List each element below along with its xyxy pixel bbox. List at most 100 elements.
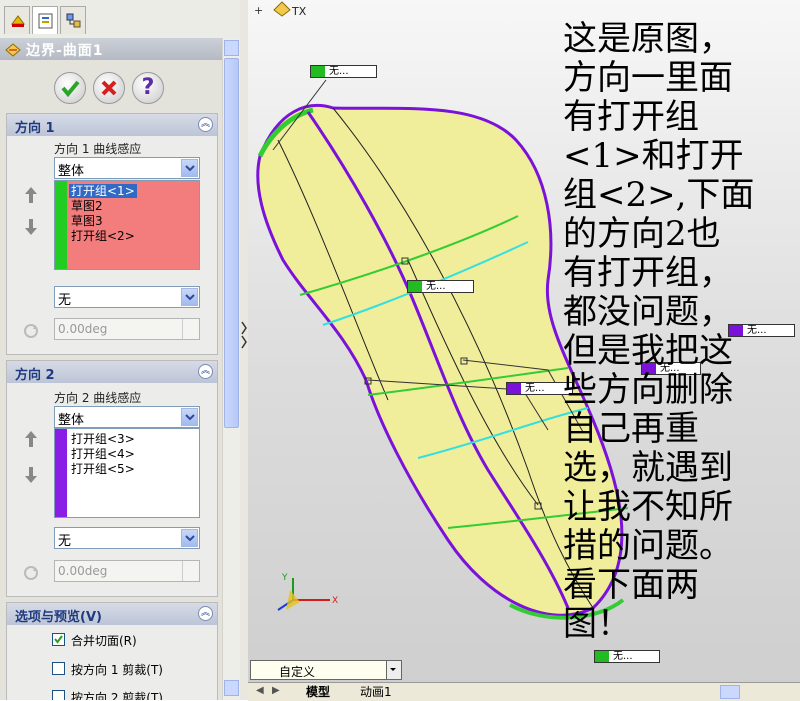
tab-configuration-manager[interactable]	[60, 6, 86, 34]
green-callout-tag[interactable]: 无...	[310, 65, 377, 78]
comment-line: <1>和打开	[563, 136, 744, 176]
comment-line: 方向一里面	[563, 58, 733, 98]
help-button[interactable]: ?	[132, 72, 164, 104]
cancel-button[interactable]	[93, 72, 125, 104]
direction1-tangent-select[interactable]: 无	[54, 286, 200, 308]
manager-tabs	[0, 0, 247, 39]
feature-title-bar: 边界-曲面1	[0, 38, 222, 60]
comment-line: 自己再重	[563, 409, 699, 449]
scroll-left-button[interactable]	[720, 685, 740, 699]
list-item[interactable]: 草图3	[71, 214, 103, 228]
bottom-tab-bar: ◀ ▶	[248, 682, 800, 701]
tab-animation[interactable]: 动画1	[360, 683, 392, 700]
comment-line: 但是我把这	[563, 331, 733, 371]
callout-text: 无...	[426, 281, 446, 292]
comment-line: 看下面两	[563, 565, 699, 605]
direction1-tangent-value: 无	[58, 293, 72, 308]
move-down-icon[interactable]	[24, 218, 38, 236]
direction2-influence-value: 整体	[58, 413, 85, 428]
scroll-thumb[interactable]	[224, 58, 239, 428]
options-header[interactable]: 选项与预览(V) ︽	[7, 603, 217, 625]
options-group: 选项与预览(V) ︽	[6, 602, 218, 700]
angle-reverse-icon	[22, 564, 40, 586]
spin-buttons[interactable]	[182, 561, 199, 581]
move-up-icon[interactable]	[24, 430, 38, 448]
list-item[interactable]: 打开组<1>	[69, 184, 137, 198]
scroll-right-icon[interactable]: ▶	[272, 685, 280, 696]
feature-title: 边界-曲面1	[26, 43, 104, 59]
comment-line: 这是原图，	[563, 19, 733, 59]
purple-swatch	[507, 383, 521, 394]
coordinate-triad-icon: Y X	[277, 573, 338, 611]
trim-dir2-label: 按方向 2 剪裁(T)	[71, 691, 163, 700]
callout-text: 无...	[329, 66, 349, 77]
svg-text:Y: Y	[281, 573, 288, 583]
green-swatch	[311, 66, 325, 77]
comment-line: 选，就遇到	[563, 448, 733, 488]
list-item[interactable]: 打开组<2>	[71, 229, 135, 243]
direction1-influence-value: 整体	[58, 164, 85, 179]
property-manager-panel: 边界-曲面1 ? 方向 1 ︽ 方向 1 曲线感应 整体 打开组<1> 草图2 …	[0, 0, 248, 700]
view-orientation-select[interactable]: 自定义	[250, 660, 402, 680]
chevron-down-icon	[386, 661, 401, 679]
direction1-angle-input[interactable]: 0.00deg	[54, 318, 200, 340]
collapse-chevron-icon[interactable]: ︽	[198, 364, 213, 379]
green-callout-tag[interactable]: 无...	[407, 280, 474, 293]
scroll-left-icon[interactable]: ◀	[256, 685, 264, 696]
move-down-icon[interactable]	[24, 466, 38, 484]
move-up-icon[interactable]	[24, 186, 38, 204]
direction2-color-swatch	[55, 429, 67, 517]
annotation-comment: 这是原图， 方向一里面 有打开组 <1>和打开 组<2>,下面 的方向2也 有打…	[563, 20, 783, 644]
direction2-tangent-select[interactable]: 无	[54, 527, 200, 549]
scroll-down-icon[interactable]	[224, 680, 239, 696]
direction2-angle-value: 0.00deg	[58, 564, 108, 578]
list-item[interactable]: 打开组<3>	[71, 432, 135, 446]
ok-button[interactable]	[54, 72, 86, 104]
options-title: 选项与预览(V)	[15, 610, 102, 625]
comment-line: 的方向2也	[563, 214, 721, 254]
comment-line: 都没问题，	[563, 292, 733, 332]
graphics-viewport[interactable]: + TX Y X 无... 无... 无... 无... 无... 无... 这…	[248, 0, 800, 682]
direction2-title: 方向 2	[15, 368, 55, 383]
panel-scrollbar[interactable]	[222, 38, 241, 700]
comment-line: 有打开组，	[563, 253, 733, 293]
scroll-up-icon[interactable]	[224, 40, 239, 56]
cross-icon	[94, 73, 124, 103]
merge-tangent-label: 合并切面(R)	[71, 634, 137, 648]
list-item[interactable]: 打开组<4>	[71, 447, 135, 461]
tab-property-manager[interactable]	[32, 6, 58, 34]
direction1-header[interactable]: 方向 1 ︽	[7, 114, 217, 136]
direction1-color-swatch	[55, 181, 67, 269]
tab-model[interactable]: 模型	[306, 683, 330, 700]
svg-text:X: X	[332, 596, 338, 606]
chevron-down-icon	[181, 408, 198, 426]
direction1-curve-list[interactable]: 打开组<1> 草图2 草图3 打开组<2>	[54, 180, 200, 270]
callout-text: 无...	[525, 383, 545, 394]
direction1-influence-select[interactable]: 整体	[54, 157, 200, 179]
list-item[interactable]: 草图2	[71, 199, 103, 213]
direction1-title: 方向 1	[15, 121, 55, 136]
angle-reverse-icon	[22, 322, 40, 344]
callout-text: 无...	[613, 651, 633, 662]
checkbox-box[interactable]	[52, 662, 65, 675]
chevron-down-icon	[181, 529, 198, 547]
comment-line: 让我不知所	[563, 487, 733, 527]
direction2-header[interactable]: 方向 2 ︽	[7, 361, 217, 383]
green-callout-tag[interactable]: 无...	[594, 650, 660, 663]
direction2-influence-select[interactable]: 整体	[54, 406, 200, 428]
collapse-chevron-icon[interactable]: ︽	[198, 117, 213, 132]
direction2-curve-list[interactable]: 打开组<3> 打开组<4> 打开组<5>	[54, 428, 200, 518]
boundary-surface-icon	[5, 42, 21, 61]
tab-feature-manager[interactable]	[4, 6, 30, 34]
checkbox-box[interactable]	[52, 690, 65, 700]
chevron-down-icon	[181, 159, 198, 177]
spin-buttons[interactable]	[182, 319, 199, 339]
collapse-chevron-icon[interactable]: ︽	[198, 606, 213, 621]
comment-line: 组<2>,下面	[563, 175, 755, 215]
checkmark-icon	[55, 73, 85, 103]
comment-line: 图！	[563, 604, 631, 644]
list-item[interactable]: 打开组<5>	[71, 462, 135, 476]
chevron-down-icon	[181, 288, 198, 306]
direction2-angle-input[interactable]: 0.00deg	[54, 560, 200, 582]
checkbox-box[interactable]	[52, 633, 65, 646]
